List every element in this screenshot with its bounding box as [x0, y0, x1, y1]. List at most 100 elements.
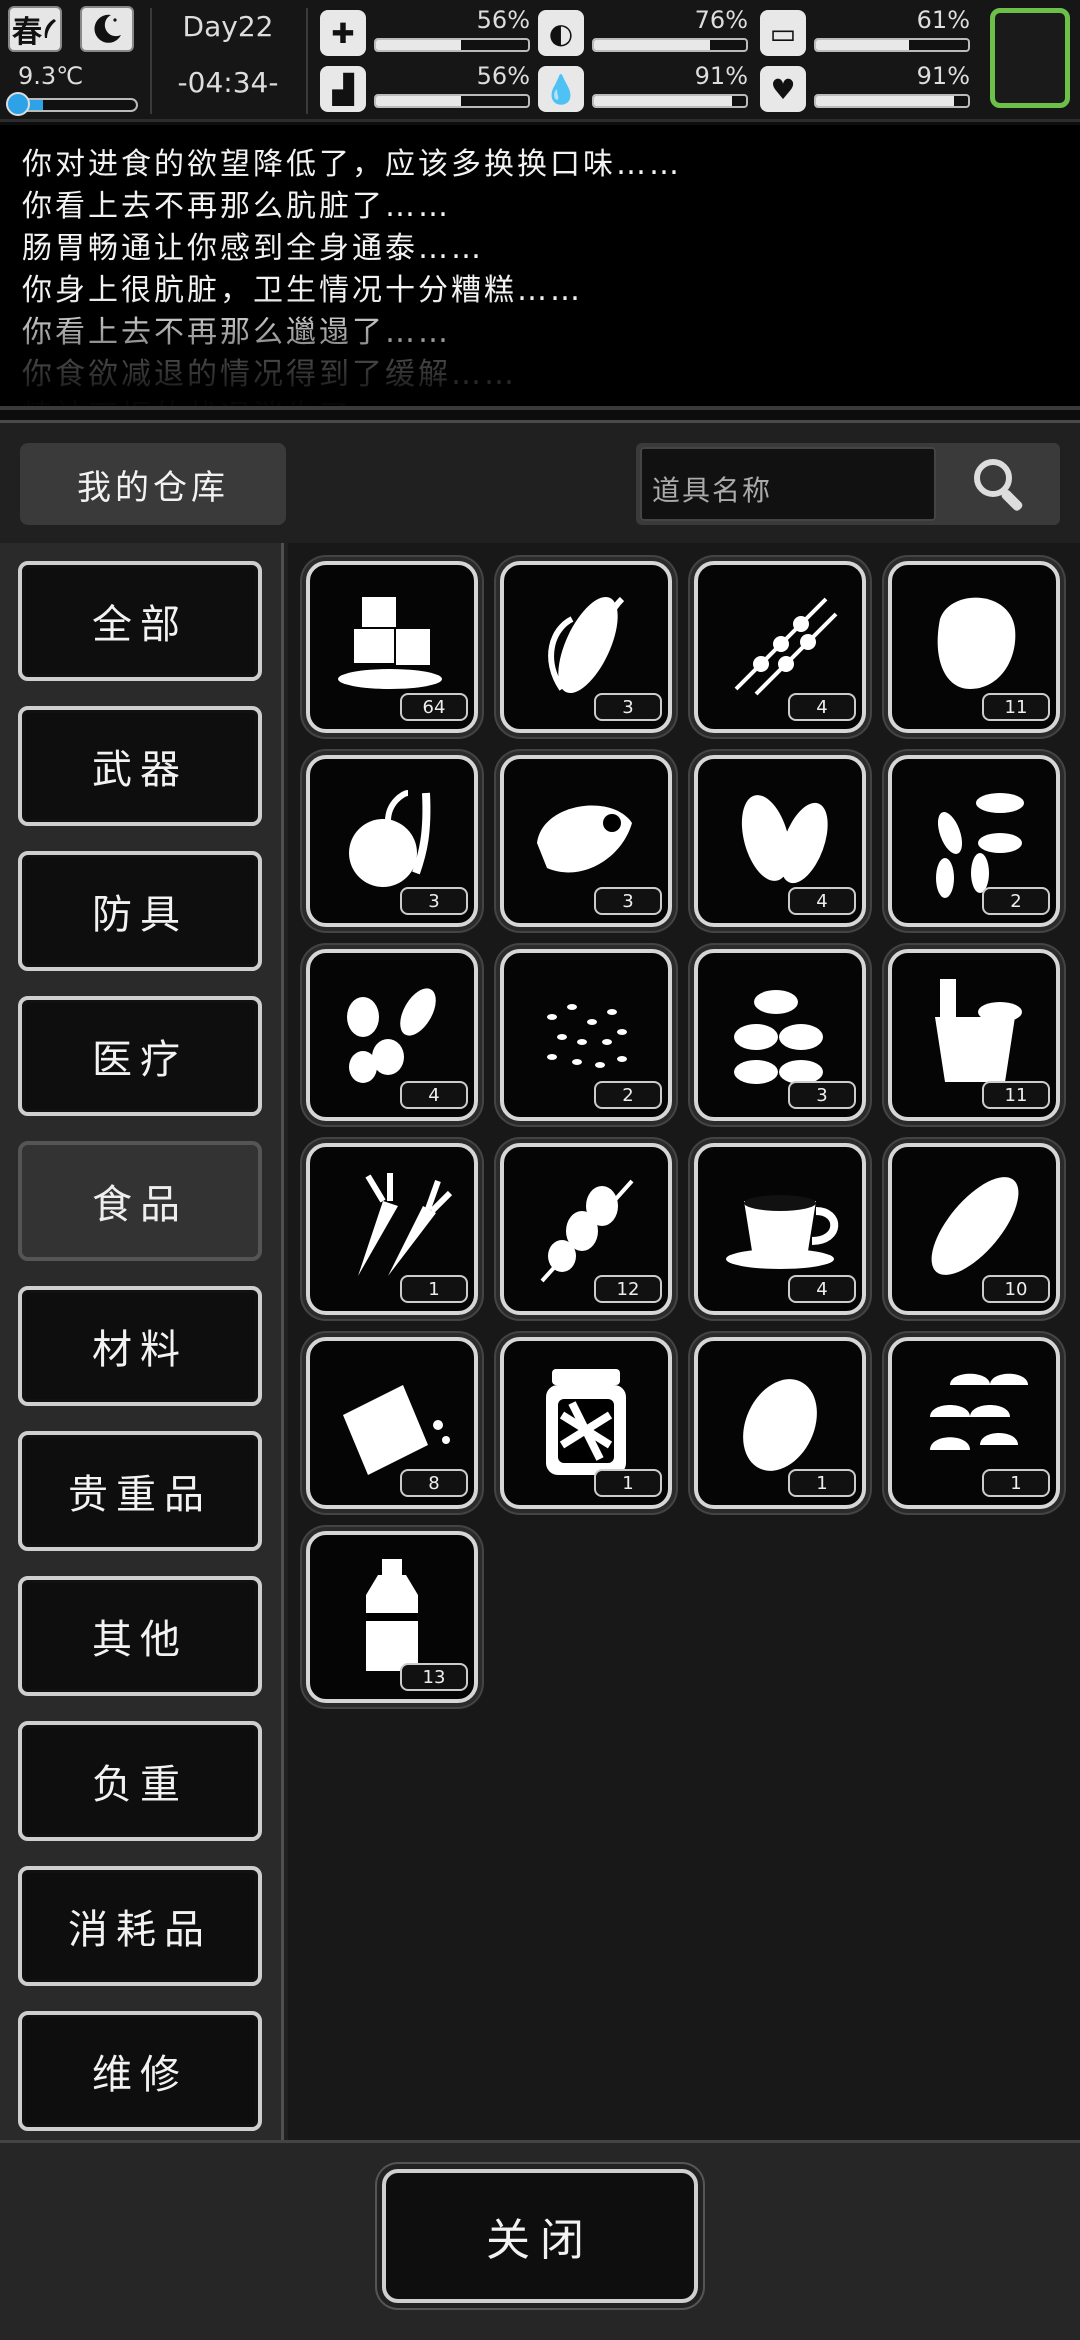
- item-count: 11: [982, 1081, 1050, 1109]
- item-slot[interactable]: 3: [306, 755, 478, 927]
- category-tab[interactable]: 医疗: [18, 996, 262, 1116]
- item-slot[interactable]: 1: [500, 1337, 672, 1509]
- category-tab[interactable]: 材料: [18, 1286, 262, 1406]
- item-count: 4: [788, 887, 856, 915]
- item-slot[interactable]: 12: [500, 1143, 672, 1315]
- category-tab[interactable]: 食品: [18, 1141, 262, 1261]
- item-slot[interactable]: 10: [888, 1143, 1060, 1315]
- search-bar: 道具名称: [636, 443, 1060, 525]
- potato-icon: [743, 1379, 817, 1471]
- heart-icon: ♥: [760, 66, 806, 112]
- item-count: 3: [594, 887, 662, 915]
- item-count: 4: [400, 1081, 468, 1109]
- item-slot[interactable]: 1: [306, 1143, 478, 1315]
- medkit-icon: ✚: [320, 10, 366, 56]
- item-slot[interactable]: 13: [306, 1531, 478, 1703]
- item-count: 13: [400, 1663, 468, 1691]
- night-moon-icon: [80, 6, 134, 52]
- season-label: 春: [12, 15, 42, 50]
- item-count: 12: [594, 1275, 662, 1303]
- game-clock: -04:34-: [177, 66, 279, 99]
- feather-icon: [44, 19, 56, 38]
- stat-health: ✚ 56%: [320, 6, 530, 56]
- item-slot[interactable]: 1: [694, 1337, 866, 1509]
- item-slot[interactable]: 3: [500, 561, 672, 733]
- stat-hunger: ◐ 76%: [538, 6, 748, 56]
- category-tab[interactable]: 其他: [18, 1576, 262, 1696]
- turnip-icon: [349, 790, 431, 887]
- search-icon: [974, 459, 1023, 511]
- item-count: 11: [982, 693, 1050, 721]
- item-count: 3: [400, 887, 468, 915]
- stat-thirst: 💧 91%: [538, 62, 748, 112]
- sesame-seeds-icon: [547, 1004, 627, 1068]
- warehouse-title: 我的仓库: [20, 443, 286, 525]
- carrots-icon: [358, 1173, 453, 1276]
- temperature-readout: 9.3℃: [18, 62, 84, 90]
- item-slot[interactable]: 3: [500, 755, 672, 927]
- item-slot[interactable]: 11: [888, 949, 1060, 1121]
- category-tab[interactable]: 贵重品: [18, 1431, 262, 1551]
- stat-percent: 56%: [476, 62, 530, 90]
- beans-icon: [741, 795, 828, 884]
- meat-skewers-icon: [734, 597, 838, 696]
- category-tab[interactable]: 全部: [18, 561, 262, 681]
- item-slot[interactable]: 8: [306, 1337, 478, 1509]
- item-count: 64: [400, 693, 468, 721]
- category-tab[interactable]: 武器: [18, 706, 262, 826]
- inventory-grid: 64 3 4 11 3 3 4 2 4 2 3 11 1 12 4 10 8 1 1 1 13: [288, 543, 1080, 2258]
- item-slot[interactable]: 4: [694, 561, 866, 733]
- item-slot[interactable]: 64: [306, 561, 478, 733]
- stat-percent: 76%: [694, 6, 748, 34]
- water-bottle-icon: [366, 1559, 418, 1671]
- raw-meat-icon: [937, 597, 1016, 689]
- stat-bar: [374, 94, 530, 108]
- item-slot[interactable]: 11: [888, 561, 1060, 733]
- season-badge: 春: [8, 6, 62, 52]
- fish-fillet-icon: [537, 805, 632, 873]
- peanuts-icon: [347, 988, 436, 1083]
- item-count: 4: [788, 693, 856, 721]
- warehouse-panel: 我的仓库 道具名称 全部 武器 防具 医疗 食品 材料 贵重品 其他 负重 消耗品 维修 64 3 4 1…: [0, 420, 1080, 2340]
- stat-percent: 91%: [694, 62, 748, 90]
- stomach-icon: ◐: [538, 10, 584, 56]
- search-button[interactable]: [942, 447, 1056, 521]
- search-input[interactable]: 道具名称: [640, 447, 936, 521]
- item-count: 3: [594, 693, 662, 721]
- log-line: 肠胃畅通让你感到全身通泰……: [22, 231, 484, 266]
- category-tab[interactable]: 防具: [18, 851, 262, 971]
- item-count: 1: [594, 1469, 662, 1497]
- category-sidebar: 全部武器防具医疗食品材料贵重品其他负重消耗品维修: [0, 543, 284, 2258]
- stat-medicine: ▭ 61%: [760, 6, 970, 56]
- item-count: 8: [400, 1469, 468, 1497]
- bread-loaf-icon: [931, 1177, 1019, 1275]
- stat-bar: [374, 38, 530, 52]
- category-tab[interactable]: 负重: [18, 1721, 262, 1841]
- item-slot[interactable]: 4: [694, 1143, 866, 1315]
- footer-bar: 关闭: [0, 2140, 1080, 2340]
- game-screen: { "hud": { "season": "春", "temperature":…: [0, 0, 1080, 2340]
- item-slot[interactable]: 2: [500, 949, 672, 1121]
- stat-bar: [592, 38, 748, 52]
- thermometer-icon: [6, 92, 30, 116]
- category-tab[interactable]: 消耗品: [18, 1866, 262, 1986]
- stat-bar: [814, 94, 970, 108]
- pickle-jar-icon: [546, 1369, 626, 1475]
- item-count: 2: [594, 1081, 662, 1109]
- stat-percent: 56%: [476, 6, 530, 34]
- item-count: 1: [400, 1275, 468, 1303]
- boot-icon: ▟: [320, 66, 366, 112]
- ice-cubes-icon: [338, 597, 442, 689]
- item-slot[interactable]: 3: [694, 949, 866, 1121]
- tofu-bag-icon: [343, 1385, 450, 1475]
- item-slot[interactable]: 4: [306, 949, 478, 1121]
- close-button[interactable]: 关闭: [382, 2169, 698, 2303]
- category-tab[interactable]: 维修: [18, 2011, 262, 2131]
- pine-nuts-icon: [936, 793, 1024, 898]
- equipped-slot[interactable]: [990, 8, 1070, 108]
- item-slot[interactable]: 2: [888, 755, 1060, 927]
- almonds-icon: [734, 990, 823, 1084]
- item-slot[interactable]: 1: [888, 1337, 1060, 1509]
- item-slot[interactable]: 4: [694, 755, 866, 927]
- message-log: 你对进食的欲望降低了，应该多换换口味…… 你看上去不再那么肮脏了…… 肠胃畅通让你感…: [0, 125, 1080, 410]
